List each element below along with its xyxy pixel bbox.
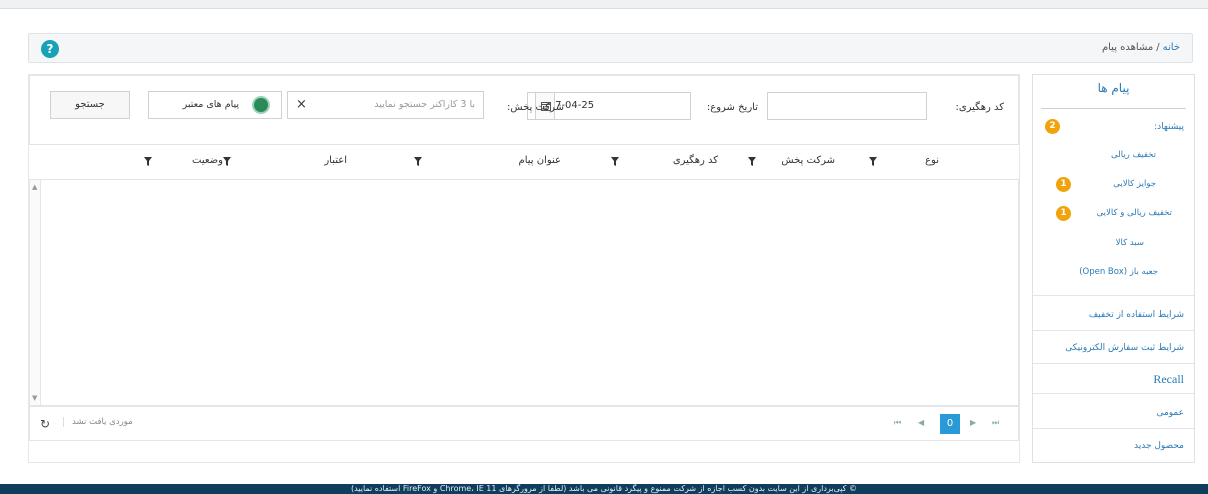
sidebar-divider	[1033, 363, 1194, 364]
start-date-label: تاریخ شروع:	[706, 102, 758, 113]
scroll-up-icon[interactable]: ▲	[32, 183, 37, 191]
sidebar-subitem-rial-discount[interactable]: تخفیف ریالی	[1111, 150, 1156, 160]
filter-icon[interactable]	[748, 157, 756, 166]
no-items-message: موردی یافت نشد	[63, 417, 133, 427]
sidebar-item-general[interactable]: عمومی	[1156, 408, 1184, 418]
sidebar-divider	[1033, 330, 1194, 331]
company-search-placeholder: با 3 کاراکتر جستجو نمایید	[374, 99, 475, 110]
filter-icon[interactable]	[414, 157, 422, 166]
breadcrumb-current: مشاهده پیام	[1101, 42, 1154, 53]
help-icon[interactable]: ?	[41, 40, 59, 58]
sidebar-item-discount-terms[interactable]: شرایط استفاده از تخفیف	[1089, 310, 1184, 320]
goods-prize-count-badge: 1	[1056, 177, 1071, 192]
footer-copyright-text: © کپی‌برداری از این سایت بدون کسب اجازه …	[350, 484, 858, 493]
tracking-code-input[interactable]	[767, 92, 927, 120]
filter-icon[interactable]	[144, 157, 152, 166]
tracking-code-label: کد رهگیری:	[955, 102, 1004, 113]
sidebar-item-recall[interactable]: Recall	[1153, 372, 1184, 387]
sidebar-item-new-product[interactable]: محصول جدید	[1134, 441, 1184, 451]
pager-bar: ↻ موردی یافت نشد ⏮ ◀ 0 ▶ ⏭	[29, 406, 1019, 441]
column-header-type[interactable]: نوع	[925, 155, 939, 166]
sidebar-item-suggestions[interactable]: پیشنهاد:	[1154, 122, 1184, 132]
filter-icon[interactable]	[611, 157, 619, 166]
valid-messages-label: پیام های معتبر	[182, 99, 239, 110]
sidebar-subitem-rial-and-goods-discount[interactable]: تخفیف ریالی و کالایی	[1097, 208, 1172, 218]
sidebar-divider	[1033, 428, 1194, 429]
sidebar-title-divider	[1041, 108, 1186, 109]
column-header-tracking-code[interactable]: کد رهگیری	[673, 155, 718, 166]
breadcrumb: خانه/مشاهده پیام	[1102, 42, 1180, 53]
sidebar-subitem-basket[interactable]: سبد کالا	[1116, 238, 1144, 248]
vertical-scrollbar[interactable]: ▲ ▼	[30, 180, 41, 405]
main-panel: کد رهگیری: تاریخ شروع: 1397-04-25 شرکت پ…	[28, 74, 1020, 463]
filter-panel: کد رهگیری: تاریخ شروع: 1397-04-25 شرکت پ…	[29, 75, 1019, 145]
suggestions-count-badge: 2	[1045, 119, 1060, 134]
previous-page-icon[interactable]: ◀	[918, 418, 924, 427]
rial-and-goods-count-badge: 1	[1056, 206, 1071, 221]
toggle-on-indicator-icon	[254, 98, 268, 112]
filter-icon[interactable]	[223, 157, 231, 166]
sidebar-subitem-open-box[interactable]: جعبه باز (Open Box)	[1079, 267, 1158, 277]
sidebar-item-label: پیشنهاد:	[1154, 122, 1184, 132]
first-page-icon[interactable]: ⏮	[894, 418, 901, 428]
top-border	[0, 0, 1208, 9]
company-label: شرکت پخش:	[506, 102, 564, 113]
refresh-icon[interactable]: ↻	[37, 416, 53, 432]
next-page-icon[interactable]: ▶	[970, 418, 976, 427]
last-page-icon[interactable]: ⏭	[992, 418, 999, 428]
search-button[interactable]: جستجو	[50, 91, 130, 119]
sidebar-subitem-goods-prize[interactable]: جوایز کالایی	[1113, 179, 1156, 189]
column-header-message-title[interactable]: عنوان پیام	[519, 155, 562, 166]
sidebar-title[interactable]: پیام ها	[1033, 81, 1194, 107]
column-header-validity[interactable]: اعتبار	[324, 155, 347, 166]
filter-icon[interactable]	[869, 157, 877, 166]
company-search-input[interactable]: × با 3 کاراکتر جستجو نمایید	[287, 91, 484, 119]
column-header-company[interactable]: شرکت پخش	[781, 155, 835, 166]
column-header-status[interactable]: وضعیت	[192, 155, 223, 166]
current-page-button[interactable]: 0	[940, 414, 960, 434]
messages-sidebar: پیام ها پیشنهاد: 2 تخفیف ریالی جوایز کال…	[1032, 74, 1195, 463]
sidebar-divider	[1033, 295, 1194, 296]
sidebar-divider	[1033, 393, 1194, 394]
breadcrumb-bar: ? خانه/مشاهده پیام	[28, 33, 1193, 63]
breadcrumb-home-link[interactable]: خانه	[1163, 42, 1180, 53]
grid-body: ▲ ▼	[29, 179, 1019, 406]
breadcrumb-separator: /	[1156, 42, 1160, 53]
scroll-down-icon[interactable]: ▼	[32, 394, 37, 402]
sidebar-item-electronic-order-terms[interactable]: شرایط ثبت سفارش الکترونیکی	[1065, 343, 1184, 353]
grid-header: نوع شرکت پخش کد رهگیری عنوان پیام اعتبار…	[29, 148, 1019, 176]
valid-messages-toggle[interactable]: پیام های معتبر	[148, 91, 282, 119]
clear-icon[interactable]: ×	[296, 97, 307, 112]
footer: © کپی‌برداری از این سایت بدون کسب اجازه …	[0, 484, 1208, 494]
